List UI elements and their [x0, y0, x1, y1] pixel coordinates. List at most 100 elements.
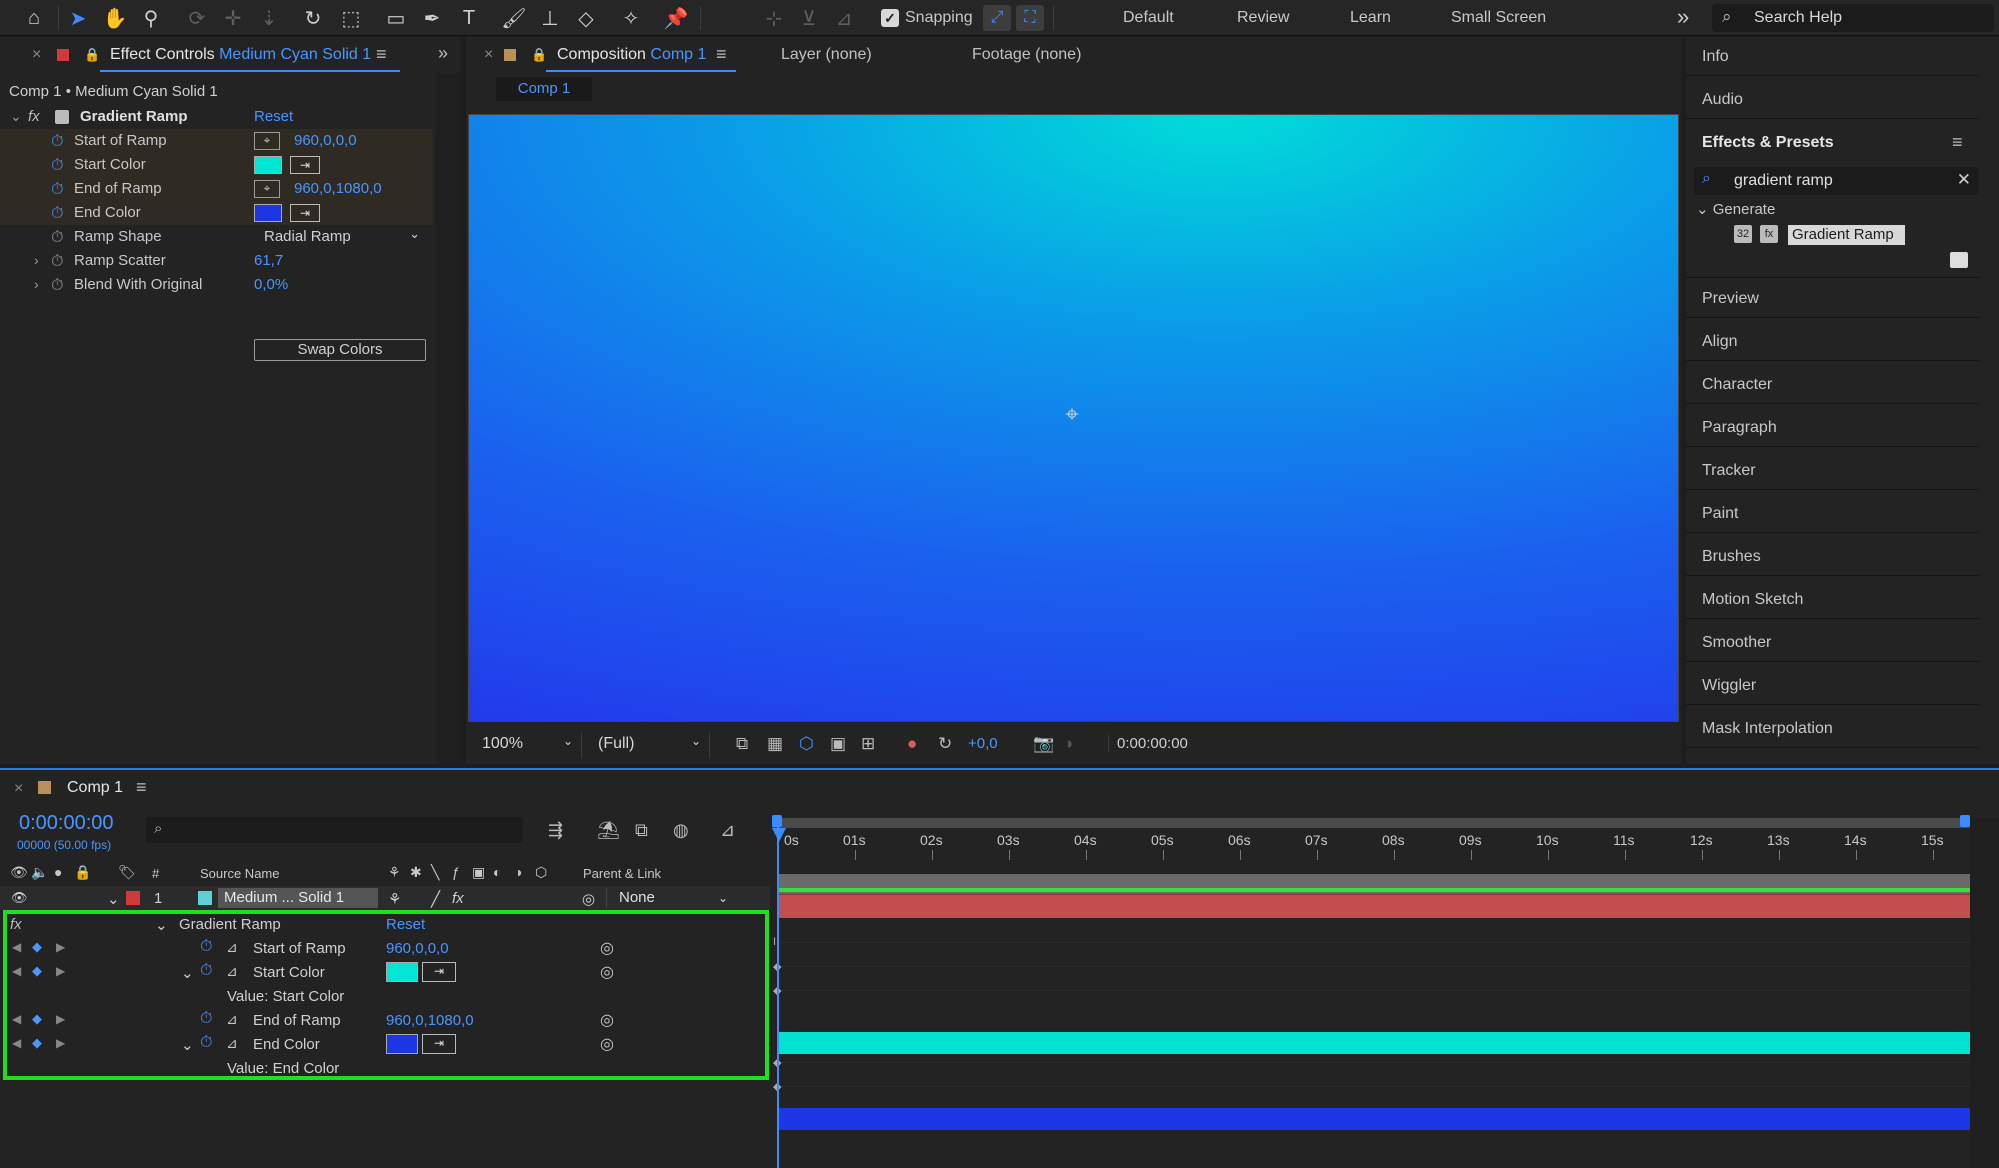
panel-mask-interpolation[interactable]: Mask Interpolation — [1702, 720, 1833, 738]
playhead-icon[interactable] — [772, 828, 786, 842]
type-tool-icon[interactable]: T — [455, 4, 483, 32]
panel-motion-sketch[interactable]: Motion Sketch — [1702, 591, 1803, 609]
effect-controls-scrollbar[interactable] — [436, 73, 461, 764]
panel-tracker[interactable]: Tracker — [1702, 462, 1756, 480]
puppet-pin-tool-icon[interactable]: 📌 — [662, 4, 690, 32]
eyedropper-icon[interactable]: ⇥ — [290, 156, 320, 174]
close-icon[interactable]: × — [484, 46, 493, 64]
exposure-value[interactable]: +0,0 — [968, 735, 998, 752]
local-axis-icon[interactable]: ⊹ — [760, 4, 788, 32]
workspace-overflow-icon[interactable]: » — [1677, 4, 1689, 30]
panel-align[interactable]: Align — [1702, 333, 1738, 351]
fx-icon[interactable]: fx — [28, 108, 40, 125]
panel-effects-presets[interactable]: Effects & Presets — [1702, 134, 1834, 152]
layer-label-color[interactable] — [126, 891, 140, 905]
lock-icon[interactable]: 🔒 — [531, 47, 547, 63]
workspace-review[interactable]: Review — [1237, 9, 1289, 27]
panel-wiggler[interactable]: Wiggler — [1702, 677, 1756, 695]
snapshot-icon[interactable]: 📷 — [1033, 734, 1054, 754]
new-preset-icon[interactable] — [1950, 252, 1968, 268]
fast-previews-icon[interactable]: ⧉ — [736, 734, 748, 754]
region-of-interest-icon[interactable]: ▣ — [830, 734, 846, 754]
current-time-indicator[interactable] — [777, 818, 779, 1168]
stopwatch-icon[interactable]: ⏱ — [51, 253, 63, 271]
ramp-shape-dropdown[interactable]: Radial Ramp ⌄ — [256, 226, 426, 248]
hand-tool-icon[interactable]: ✋ — [101, 4, 129, 32]
stopwatch-icon[interactable]: ⏱ — [51, 181, 63, 199]
guides-icon[interactable]: ⊞ — [861, 734, 875, 754]
panel-paragraph[interactable]: Paragraph — [1702, 419, 1777, 437]
comp-breadcrumb-tab[interactable]: Comp 1 — [496, 77, 592, 101]
adjustment-switch-icon[interactable]: ◑ — [514, 864, 522, 880]
reset-exposure-icon[interactable]: ↻ — [938, 734, 952, 754]
panel-info[interactable]: Info — [1702, 48, 1729, 66]
motion-blur-switch-icon[interactable]: ◐ — [493, 864, 501, 880]
panel-menu-icon[interactable]: ≡ — [716, 44, 727, 65]
crosshair-icon[interactable]: ⌖ — [254, 180, 280, 198]
effect-switch-icon[interactable]: ƒ — [452, 864, 460, 880]
stopwatch-icon[interactable]: ⏱ — [51, 157, 63, 175]
stopwatch-icon[interactable]: ⏱ — [51, 133, 63, 151]
dolly-camera-icon[interactable]: ⇣ — [255, 4, 283, 32]
start-color-swatch[interactable] — [254, 156, 282, 174]
graph-editor-icon[interactable]: ⊿ — [720, 820, 735, 841]
composition-title[interactable]: Composition Comp 1 — [557, 46, 706, 64]
shy-switch-icon[interactable]: ⚘ — [388, 864, 401, 881]
pan-behind-tool-icon[interactable]: ⬚ — [337, 4, 365, 32]
orbit-camera-icon[interactable]: ⟳ — [183, 4, 211, 32]
quality-toggle-icon[interactable]: ╱ — [431, 890, 440, 908]
panel-menu-icon[interactable]: ≡ — [136, 777, 147, 798]
panel-preview[interactable]: Preview — [1702, 290, 1759, 308]
timeline-current-time[interactable]: 0:00:00:00 — [19, 812, 114, 835]
panel-menu-icon[interactable]: ≡ — [376, 44, 387, 65]
workspace-learn[interactable]: Learn — [1350, 9, 1391, 27]
panel-overflow-icon[interactable]: » — [438, 43, 448, 64]
timeline-graph-area[interactable]: 0s 01s 02s 03s 04s 05s 06s 07s 08s 09s 1… — [772, 815, 1999, 1168]
snap-edges-icon[interactable]: ⤢ — [983, 5, 1011, 31]
channel-icon[interactable]: ● — [907, 734, 917, 754]
panel-audio[interactable]: Audio — [1702, 91, 1743, 109]
eraser-tool-icon[interactable]: ◇ — [572, 4, 600, 32]
stopwatch-icon[interactable]: ⏱ — [51, 277, 63, 295]
video-visibility-icon[interactable]: 👁 — [10, 864, 28, 881]
panel-brushes[interactable]: Brushes — [1702, 548, 1761, 566]
lock-icon[interactable]: 🔒 — [74, 864, 91, 881]
eyedropper-icon[interactable]: ⇥ — [290, 204, 320, 222]
frame-blending-icon[interactable]: ◍ — [673, 820, 689, 841]
effect-header-row[interactable]: ⌄ fx Gradient Ramp Reset — [0, 105, 433, 129]
brush-tool-icon[interactable]: 🖌 — [500, 4, 528, 32]
layer-row-1[interactable]: 👁 ⌄ 1 Medium ... Solid 1 ⚘ ╱ fx ◎ None ⌄ — [0, 886, 770, 910]
pan-camera-icon[interactable]: ✛ — [219, 4, 247, 32]
rotation-tool-icon[interactable]: ↻ — [299, 4, 327, 32]
pen-tool-icon[interactable]: ✒ — [418, 4, 446, 32]
solo-icon[interactable]: ● — [54, 864, 62, 880]
chevron-right-icon[interactable]: › — [34, 252, 39, 268]
collapse-switch-icon[interactable]: ✱ — [410, 864, 422, 881]
shy-toggle-icon[interactable]: ⚘ — [388, 890, 401, 908]
search-help-input[interactable]: ⌕ Search Help — [1712, 4, 1994, 32]
audio-icon[interactable]: 🔈 — [31, 864, 48, 881]
end-color-swatch[interactable] — [254, 204, 282, 222]
panel-menu-icon[interactable]: ≡ — [1952, 132, 1963, 153]
work-area-end-handle[interactable] — [1960, 815, 1970, 827]
anchor-point-icon[interactable]: ⌖ — [1059, 402, 1085, 428]
chevron-down-icon[interactable]: ⌄ — [107, 890, 120, 908]
fx-toggle-icon[interactable]: fx — [452, 890, 464, 907]
layer-duration-bar[interactable] — [778, 894, 1970, 918]
reset-link[interactable]: Reset — [254, 108, 293, 125]
frame-blend-switch-icon[interactable]: ▣ — [472, 864, 485, 881]
stopwatch-icon[interactable]: ⏱ — [51, 229, 63, 247]
view-axis-icon[interactable]: ⊿ — [830, 4, 858, 32]
eye-icon[interactable]: 👁 — [11, 890, 28, 906]
clear-search-icon[interactable]: ✕ — [1957, 170, 1971, 190]
effect-controls-title[interactable]: Effect Controls Medium Cyan Solid 1 — [110, 46, 371, 64]
quality-switch-icon[interactable]: ╲ — [431, 864, 439, 881]
resolution-dropdown[interactable]: (Full) ⌄ — [590, 732, 710, 758]
prop-value[interactable]: 960,0,1080,0 — [294, 180, 382, 197]
prop-value[interactable]: 0,0% — [254, 276, 288, 293]
close-icon[interactable]: × — [32, 46, 41, 64]
workspace-default[interactable]: Default — [1123, 9, 1174, 27]
3d-switch-icon[interactable]: ⬡ — [535, 864, 547, 881]
panel-paint[interactable]: Paint — [1702, 505, 1738, 523]
close-icon[interactable]: × — [14, 780, 23, 798]
